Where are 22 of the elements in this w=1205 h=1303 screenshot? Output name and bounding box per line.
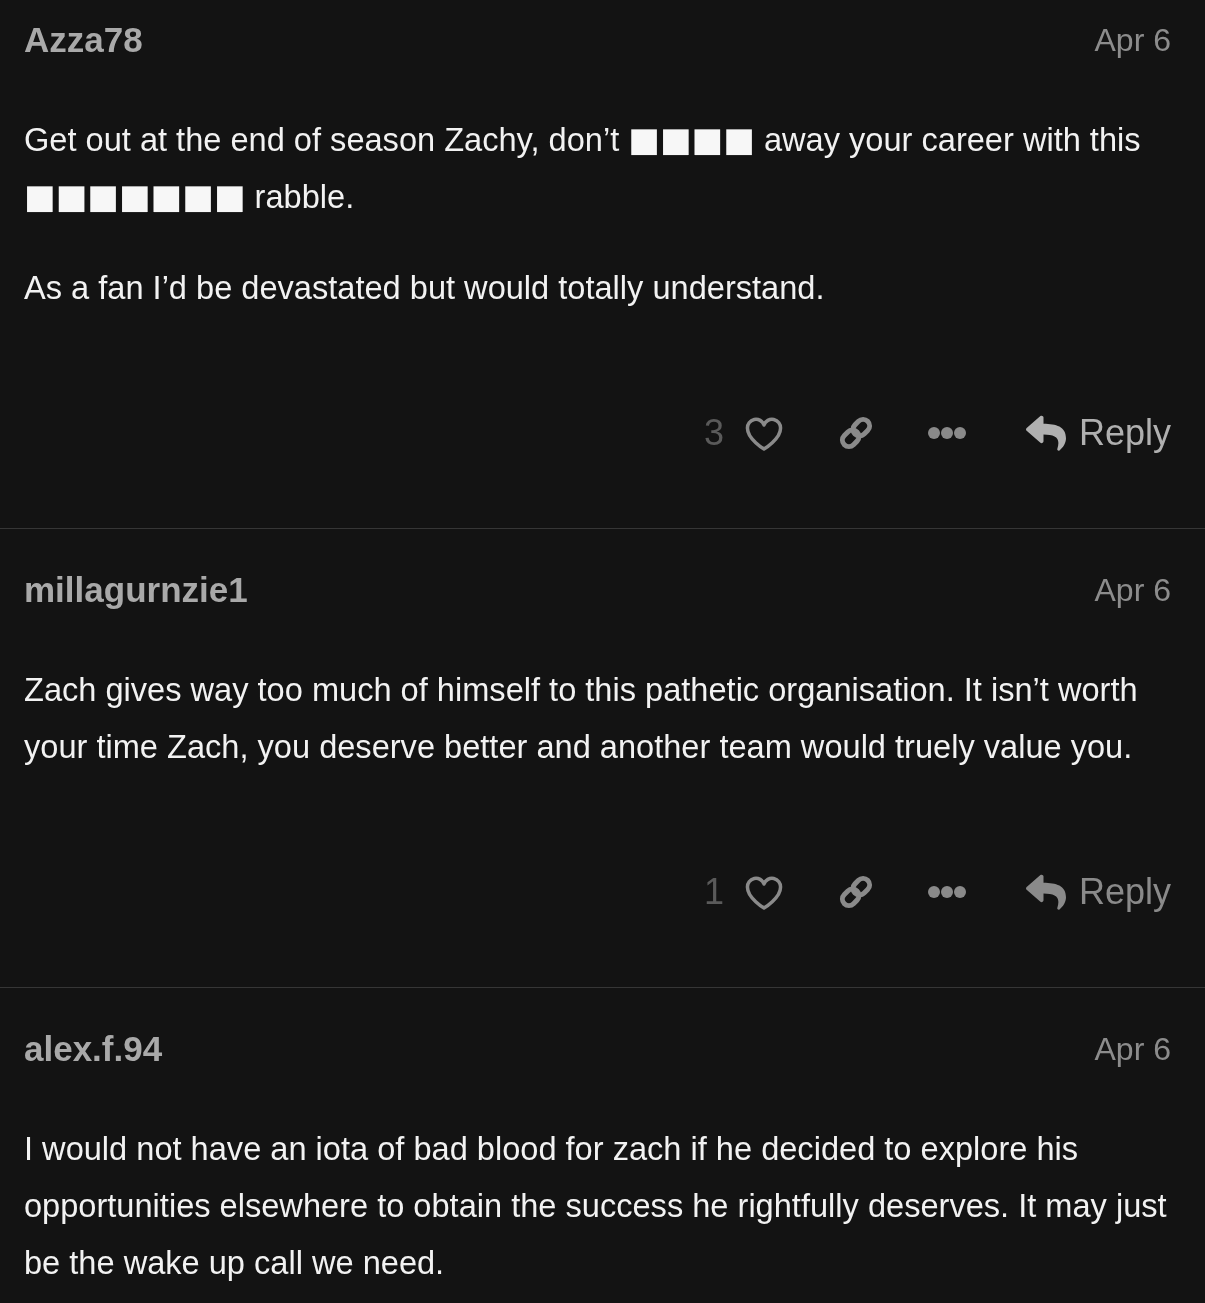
heart-icon: [743, 874, 784, 910]
reply-icon: [1025, 874, 1066, 910]
reply-button[interactable]: Reply: [1025, 411, 1171, 455]
post-date[interactable]: Apr 6: [1094, 1028, 1171, 1070]
more-icon: [927, 427, 966, 439]
post-text: Zach gives way too much of himself to this pathetic organisation. It isn’t worth your time Zach, you deserve better and another team would truely value you.: [24, 670, 1139, 767]
reply-icon: [1025, 415, 1066, 451]
username[interactable]: Azza78: [24, 19, 143, 61]
post-text: Get out at the end of season Zachy, don’t ■■■■ away your career with this ■■■■■■■ rabble.: [24, 119, 1142, 218]
reply-button[interactable]: Reply: [1025, 870, 1171, 914]
more-icon: [927, 886, 966, 898]
username[interactable]: millagurnzie1: [24, 569, 248, 611]
post-date[interactable]: Apr 6: [1094, 569, 1171, 611]
like-button[interactable]: [743, 415, 784, 451]
like-button[interactable]: [743, 874, 784, 910]
more-options-button[interactable]: [927, 427, 966, 439]
more-options-button[interactable]: [927, 886, 966, 898]
username[interactable]: alex.f.94: [24, 1028, 163, 1070]
post-text: I would not have an iota of bad blood for zach if he decided to explore his opportunities elsewhere to obtain the success he rightfully deserves. It may just be the wake up call we need.: [24, 1129, 1168, 1283]
post-text: As a fan I’d be devastated but would totally understand.: [24, 268, 826, 308]
heart-icon: [743, 415, 784, 451]
post-date[interactable]: Apr 6: [1094, 19, 1171, 61]
